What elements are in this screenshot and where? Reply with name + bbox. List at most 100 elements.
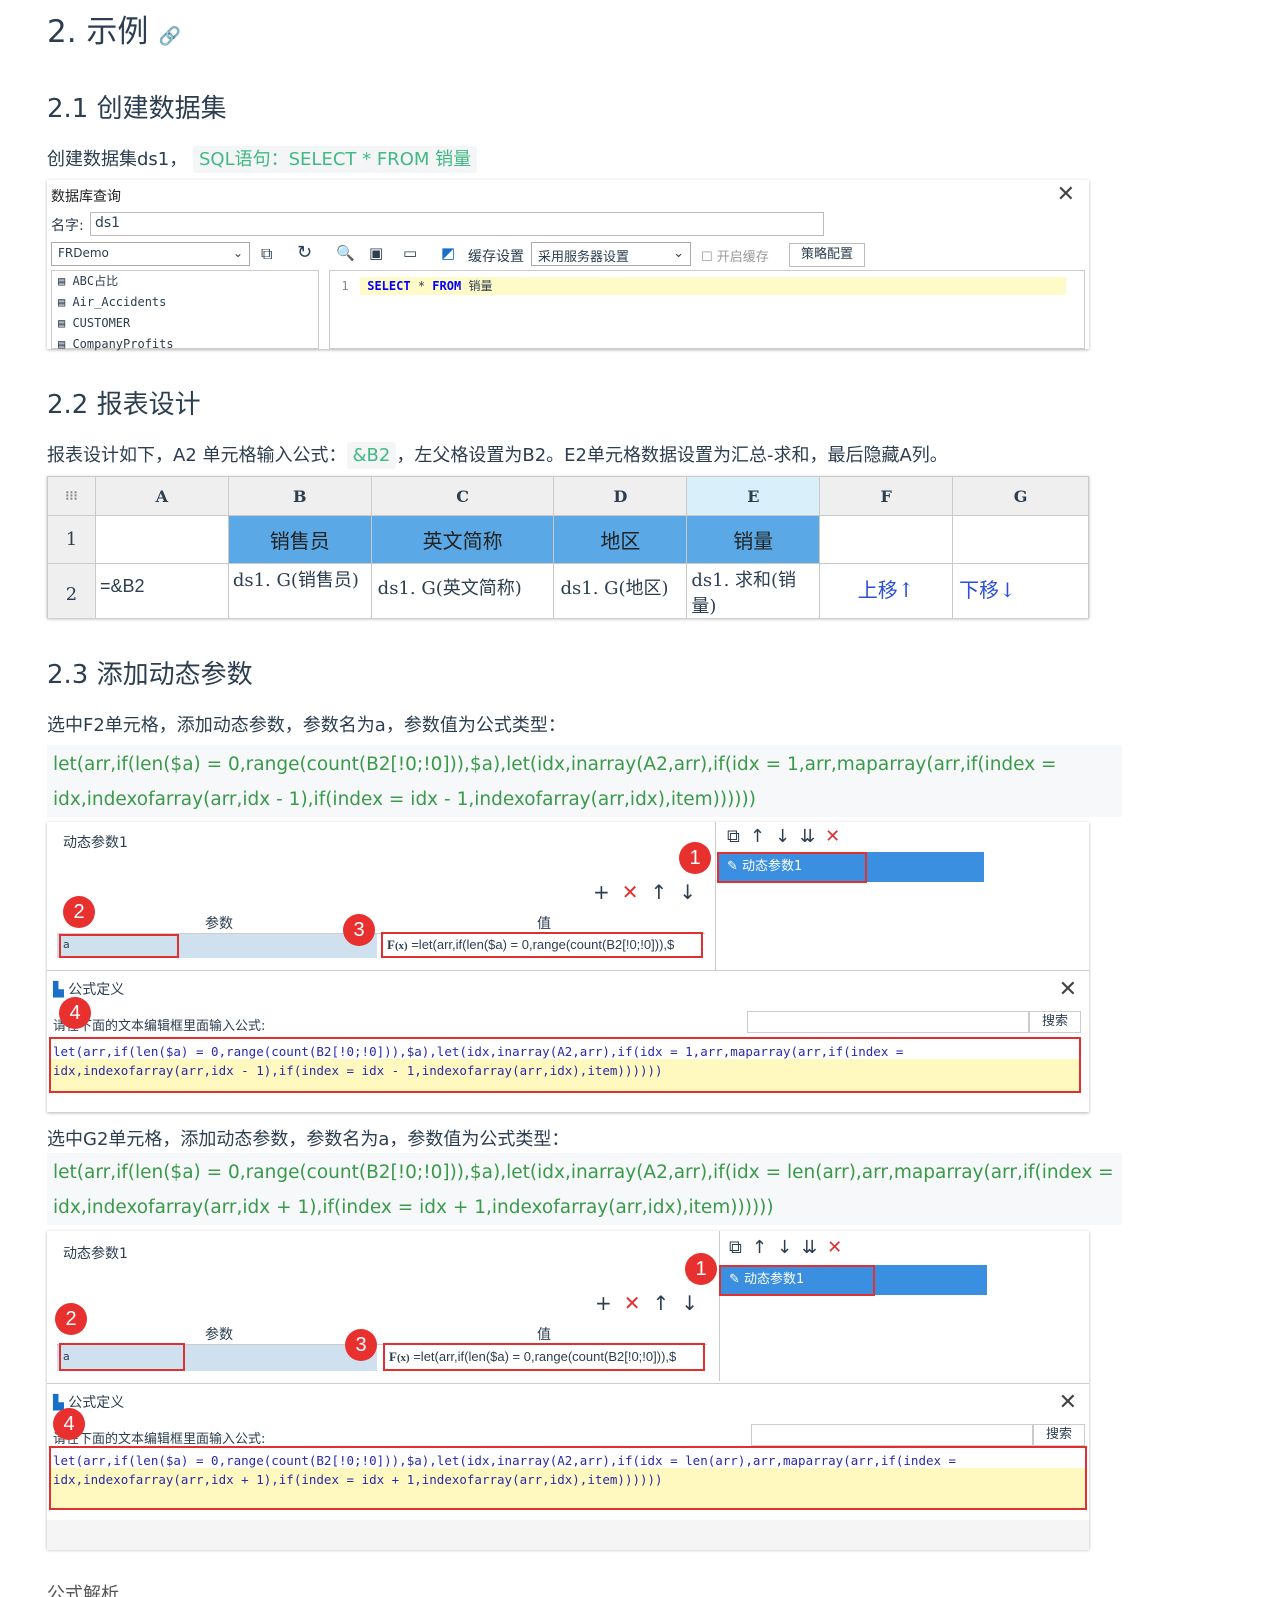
search-input[interactable] bbox=[747, 1011, 1029, 1033]
down-arrow-icon[interactable]: ↓ bbox=[681, 1291, 710, 1315]
policy-button[interactable]: 策略配置 bbox=[789, 243, 865, 267]
cell-E2[interactable]: ds1. 求和(销量) bbox=[686, 563, 821, 618]
save-icon[interactable]: ▣ bbox=[369, 244, 383, 262]
col-header[interactable]: A bbox=[94, 476, 229, 516]
delete-icon[interactable]: ✕ bbox=[825, 826, 850, 847]
search-button[interactable]: 搜索 bbox=[1033, 1424, 1085, 1446]
panel-title: 动态参数1 bbox=[63, 1246, 128, 1262]
remove-icon[interactable]: ✕ bbox=[624, 1291, 653, 1315]
col-header[interactable]: B bbox=[227, 476, 372, 516]
corner-icon[interactable]: ⁝⁝⁝ bbox=[47, 476, 96, 516]
add-icon[interactable]: + bbox=[595, 1291, 624, 1315]
footer-partial-text: 公式解析 bbox=[47, 1584, 119, 1597]
param-toolbar: +✕↑↓ bbox=[595, 1291, 710, 1315]
row-header[interactable]: 2 bbox=[47, 563, 96, 618]
step-badge: 3 bbox=[343, 914, 375, 946]
database-select[interactable]: FRDemo ⌄ bbox=[51, 242, 250, 266]
bottom-arrow-icon[interactable]: ⇊ bbox=[802, 1237, 827, 1258]
remove-icon[interactable]: ✕ bbox=[622, 880, 651, 904]
cache-icon: ◩ bbox=[441, 244, 456, 262]
param-value-cell[interactable]: F(x) =let(arr,if(len($a) = 0,range(count… bbox=[381, 932, 703, 958]
cell-D1[interactable]: 地区 bbox=[553, 515, 688, 564]
up-arrow-icon[interactable]: ↑ bbox=[653, 1291, 682, 1315]
step-badge: 4 bbox=[59, 997, 91, 1029]
up-arrow-icon[interactable]: ↑ bbox=[651, 880, 680, 904]
sql-table: 销量 bbox=[468, 279, 493, 293]
subsection-title-2-2: 2.2 报表设计 bbox=[47, 390, 201, 420]
paragraph-f2: 选中F2单元格，添加动态参数，参数名为a，参数值为公式类型： bbox=[47, 715, 566, 736]
cache-toggle[interactable]: ☐ 开启缓存 bbox=[701, 246, 769, 265]
cell-G2[interactable]: 下移↓ bbox=[952, 563, 1089, 618]
formula-icon[interactable]: F(x) bbox=[387, 937, 408, 952]
formula-prompt: 请在下面的文本编辑框里面输入公式: bbox=[53, 1432, 266, 1447]
paragraph-2-1: 创建数据集ds1， SQL语句：SELECT * FROM 销量 bbox=[47, 145, 478, 173]
formula-line: let(arr,if(len($a) = 0,range(count(B2[!0… bbox=[53, 1453, 957, 1468]
search-button[interactable]: 搜索 bbox=[1029, 1011, 1081, 1033]
delete-icon[interactable]: ✕ bbox=[827, 1237, 852, 1258]
link-icon[interactable]: 🔗 bbox=[158, 26, 180, 47]
cell-C2[interactable]: ds1. G(英文简称) bbox=[370, 563, 555, 618]
panel-title: 动态参数1 bbox=[63, 835, 128, 851]
close-icon[interactable]: ✕ bbox=[1057, 182, 1075, 207]
step-badge: 4 bbox=[53, 1408, 85, 1440]
refresh-icon[interactable]: ↻ bbox=[297, 242, 312, 263]
copy-icon[interactable]: ⧉ bbox=[729, 1237, 752, 1258]
step-badge: 2 bbox=[63, 896, 95, 928]
bottom-arrow-icon[interactable]: ⇊ bbox=[800, 826, 825, 847]
list-item[interactable]: ▤ CUSTOMER bbox=[58, 313, 318, 334]
db-query-dialog: 数据库查询 ✕ 名字: ds1 FRDemo ⌄ ⧉ ↻ ▤ ABC占比 ▤ Ai… bbox=[47, 180, 1089, 351]
preview-icon[interactable]: ⧉ bbox=[261, 244, 272, 264]
report-sheet: ⁝⁝⁝ A B C D E F G 1 销售员 英文简称 地区 销量 2 =&B… bbox=[47, 476, 1089, 618]
cell-D2[interactable]: ds1. G(地区) bbox=[553, 563, 688, 618]
close-icon[interactable]: ✕ bbox=[1059, 977, 1077, 1002]
cell-A2[interactable]: =&B2 bbox=[94, 563, 229, 618]
col-header[interactable]: E bbox=[686, 476, 821, 516]
cache-select[interactable]: 采用服务器设置 ⌄ bbox=[531, 242, 691, 266]
dynamic-param-screenshot-2: 动态参数1 ⧉↑↓⇊✕ ✎ 动态参数1 1 +✕↑↓ 参数值 a 2 F(x) … bbox=[47, 1231, 1089, 1550]
cell-C1[interactable]: 英文简称 bbox=[370, 515, 555, 564]
row-header[interactable]: 1 bbox=[47, 515, 96, 564]
cell-G1[interactable] bbox=[952, 515, 1089, 564]
up-arrow-icon[interactable]: ↑ bbox=[752, 1237, 777, 1258]
list-item[interactable]: ▤ CompanyProfits bbox=[58, 334, 318, 355]
copy-icon[interactable]: ⧉ bbox=[727, 826, 750, 847]
formula-editor[interactable]: let(arr,if(len($a) = 0,range(count(B2[!0… bbox=[49, 1446, 1087, 1510]
sql-icon[interactable]: ▭ bbox=[403, 244, 417, 262]
step-badge: 2 bbox=[55, 1303, 87, 1335]
name-field[interactable]: ds1 bbox=[90, 212, 824, 236]
up-arrow-icon[interactable]: ↑ bbox=[750, 826, 775, 847]
param-toolbar: +✕↑↓ bbox=[593, 880, 708, 904]
cache-label: 缓存设置 bbox=[468, 249, 524, 265]
close-icon[interactable]: ✕ bbox=[1059, 1390, 1077, 1415]
cell-B2[interactable]: ds1. G(销售员) bbox=[227, 563, 372, 618]
cell-A1[interactable] bbox=[94, 515, 229, 564]
cell-F1[interactable] bbox=[819, 515, 954, 564]
query-icon[interactable]: 🔍 bbox=[336, 244, 355, 262]
formula-footer bbox=[47, 1520, 1089, 1550]
list-item[interactable]: ▤ ABC占比 bbox=[58, 271, 318, 292]
down-arrow-icon[interactable]: ↓ bbox=[679, 880, 708, 904]
cell-F2[interactable]: 上移↑ bbox=[819, 563, 954, 618]
col-header[interactable]: C bbox=[370, 476, 555, 516]
search-input[interactable] bbox=[751, 1424, 1033, 1446]
cell-E1[interactable]: 销量 bbox=[686, 515, 821, 564]
list-item[interactable]: ▤ Air_Accidents bbox=[58, 292, 318, 313]
param-table-header: 参数值 bbox=[57, 1321, 707, 1345]
formula-line: idx,indexofarray(arr,idx + 1),if(index =… bbox=[53, 1472, 663, 1487]
param-value-cell[interactable]: F(x) =let(arr,if(len($a) = 0,range(count… bbox=[383, 1343, 705, 1371]
down-arrow-icon[interactable]: ↓ bbox=[777, 1237, 802, 1258]
add-icon[interactable]: + bbox=[593, 880, 622, 904]
formula-line: let(arr,if(len($a) = 0,range(count(B2[!0… bbox=[53, 1044, 904, 1059]
param-table-header: 参数值 bbox=[57, 910, 705, 934]
step-badge: 3 bbox=[345, 1329, 377, 1361]
col-header[interactable]: F bbox=[819, 476, 954, 516]
formula-icon[interactable]: F(x) bbox=[389, 1349, 410, 1364]
cell-B1[interactable]: 销售员 bbox=[227, 515, 372, 564]
formula-editor[interactable]: let(arr,if(len($a) = 0,range(count(B2[!0… bbox=[49, 1037, 1081, 1093]
down-arrow-icon[interactable]: ↓ bbox=[775, 826, 800, 847]
paragraph-g2: 选中G2单元格，添加动态参数，参数名为a，参数值为公式类型： bbox=[47, 1129, 570, 1150]
col-header[interactable]: G bbox=[952, 476, 1089, 516]
col-header[interactable]: D bbox=[553, 476, 688, 516]
sql-editor[interactable]: 1 SELECT * FROM 销量 bbox=[329, 270, 1085, 349]
formula-dialog: ▙ 公式定义 ✕ 请在下面的文本编辑框里面输入公式: 搜索 4 let(arr,… bbox=[47, 1383, 1089, 1550]
